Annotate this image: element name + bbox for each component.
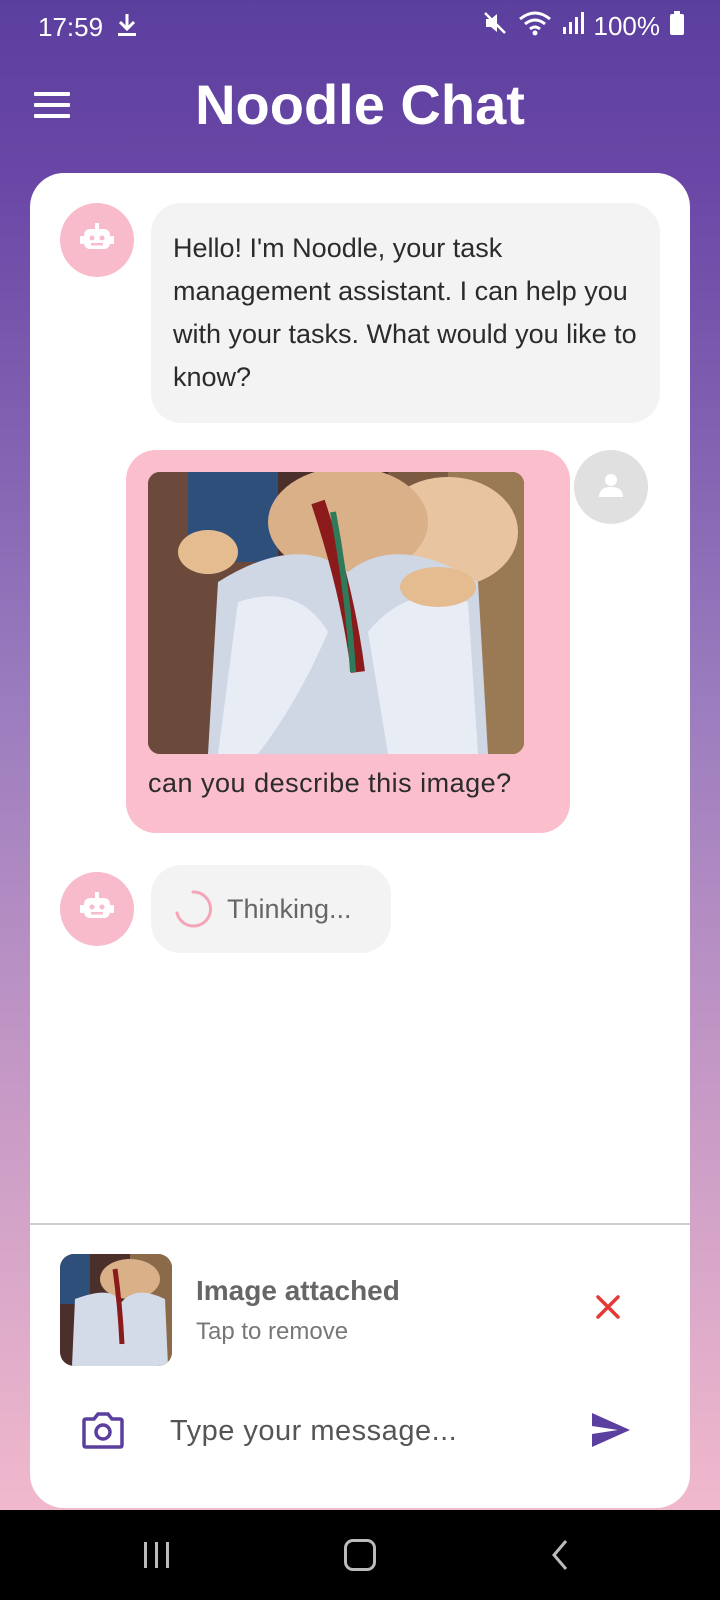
system-nav-bar [0,1510,720,1600]
signal-icon [562,11,584,42]
recent-apps-button[interactable] [142,1540,172,1570]
camera-icon[interactable] [82,1411,124,1449]
attached-photo[interactable] [148,472,524,754]
wifi-icon [518,10,552,43]
mute-icon [482,10,508,43]
robot-icon [80,891,114,927]
battery-percent: 100% [593,11,661,41]
status-bar: 17:59 100% [0,0,720,52]
divider [30,1223,690,1225]
home-button[interactable] [344,1539,376,1571]
loading-spinner-icon [173,889,213,929]
status-icons: 100% [482,10,684,43]
bot-avatar [60,872,134,946]
app-title: Noodle Chat [195,73,525,136]
send-icon[interactable] [590,1411,632,1449]
close-icon[interactable] [590,1289,626,1325]
user-avatar [574,450,648,524]
robot-icon [80,222,114,258]
message-input[interactable] [170,1401,570,1461]
battery-icon [670,11,684,42]
download-icon [116,12,138,45]
attachment-title: Image attached [196,1275,400,1306]
person-icon [597,471,625,504]
attachment-thumbnail[interactable] [60,1254,172,1366]
bot-avatar [60,203,134,277]
back-button[interactable] [548,1537,572,1573]
status-time: 17:59 [38,12,104,42]
attachment-subtitle: Tap to remove [196,1318,349,1345]
thinking-bubble: Thinking... [151,865,391,953]
user-message: can you describe this image? [126,450,570,833]
app-bar: Noodle Chat [0,52,720,172]
user-message-text: can you describe this image? [148,768,512,798]
thinking-text: Thinking... [227,893,352,924]
bot-message: Hello! I'm Noodle, your task management … [151,203,660,423]
chat-card: Hello! I'm Noodle, your task management … [30,173,690,1508]
